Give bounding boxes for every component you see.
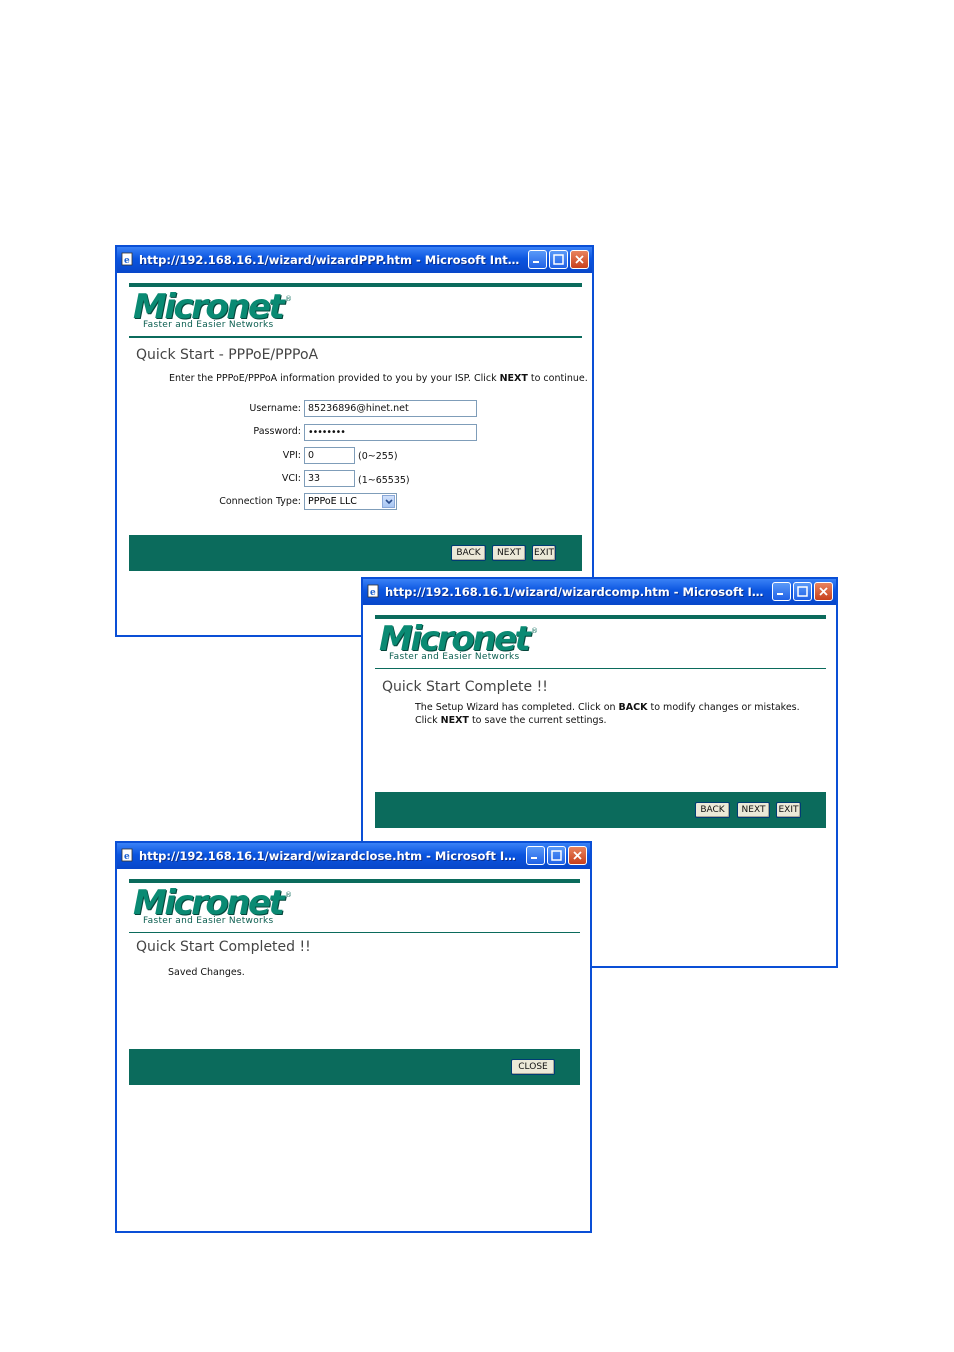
maximize-icon — [553, 254, 564, 265]
minimize-icon — [777, 593, 783, 595]
close-icon — [819, 587, 828, 596]
username-label: Username: — [249, 403, 301, 414]
minimize-button[interactable] — [528, 250, 547, 269]
ie-page-icon: e — [367, 584, 379, 598]
chevron-down-icon — [385, 499, 393, 505]
micronet-logo: Micronet ® Faster and Easier Networks — [379, 619, 539, 667]
instructions: Enter the PPPoE/PPPoA information provid… — [169, 373, 588, 384]
back-button[interactable]: BACK — [451, 545, 486, 561]
maximize-button[interactable] — [793, 582, 812, 601]
button-bar: BACK NEXT EXIT — [129, 535, 582, 571]
connection-type-value: PPPoE LLC — [308, 496, 357, 507]
minimize-icon — [531, 857, 537, 859]
maximize-button[interactable] — [547, 846, 566, 865]
page-title: Quick Start - PPPoE/PPPoA — [136, 347, 319, 363]
window-title: http://192.168.16.1/wizard/wizardPPP.htm… — [139, 253, 520, 267]
window-close: e http://192.168.16.1/wizard/wizardclose… — [115, 841, 592, 1233]
saved-message: Saved Changes. — [168, 967, 245, 978]
ie-page-icon: e — [121, 848, 133, 862]
vpi-input[interactable]: 0 — [304, 447, 355, 464]
svg-text:e: e — [124, 256, 130, 266]
window-title: http://192.168.16.1/wizard/wizardcomp.ht… — [385, 585, 764, 599]
logo-tagline: Faster and Easier Networks — [143, 916, 274, 926]
minimize-button[interactable] — [772, 582, 791, 601]
close-window-button[interactable] — [568, 846, 587, 865]
logo-rule — [129, 932, 580, 933]
vci-range: (1~65535) — [358, 475, 410, 486]
password-label: Password: — [253, 426, 301, 437]
close-icon — [575, 255, 584, 264]
button-bar: CLOSE — [129, 1049, 580, 1085]
password-input[interactable]: •••••••• — [304, 424, 477, 441]
username-input[interactable]: 85236896@hinet.net — [304, 400, 477, 417]
connection-type-select[interactable]: PPPoE LLC — [304, 493, 397, 510]
dropdown-button[interactable] — [382, 495, 395, 508]
exit-button[interactable]: EXIT — [532, 545, 556, 561]
page-title: Quick Start Completed !! — [136, 939, 311, 955]
svg-text:e: e — [370, 588, 376, 598]
completion-message: The Setup Wizard has completed. Click on… — [415, 702, 800, 726]
svg-text:e: e — [124, 852, 130, 862]
logo-tagline: Faster and Easier Networks — [143, 320, 274, 330]
minimize-button[interactable] — [526, 846, 545, 865]
registered-mark: ® — [285, 891, 292, 899]
window-close-content: Micronet ® Faster and Easier Networks Qu… — [129, 869, 580, 1231]
connection-type-label: Connection Type: — [219, 496, 301, 507]
window-pppoe-titlebar[interactable]: e http://192.168.16.1/wizard/wizardPPP.h… — [117, 247, 592, 273]
close-button[interactable]: CLOSE — [511, 1059, 555, 1075]
window-close-titlebar[interactable]: e http://192.168.16.1/wizard/wizardclose… — [117, 843, 590, 869]
window-complete-titlebar[interactable]: e http://192.168.16.1/wizard/wizardcomp.… — [363, 579, 836, 605]
window-title: http://192.168.16.1/wizard/wizardclose.h… — [139, 849, 518, 863]
exit-button[interactable]: EXIT — [776, 802, 801, 818]
button-bar: BACK NEXT EXIT — [375, 792, 826, 828]
minimize-icon — [533, 261, 539, 263]
logo-tagline: Faster and Easier Networks — [389, 652, 520, 662]
next-button[interactable]: NEXT — [492, 545, 526, 561]
micronet-logo: Micronet ® Faster and Easier Networks — [133, 287, 293, 335]
vci-input[interactable]: 33 — [304, 470, 355, 487]
ie-page-icon: e — [121, 252, 133, 266]
back-button[interactable]: BACK — [695, 802, 730, 818]
logo-rule — [375, 668, 826, 669]
maximize-button[interactable] — [549, 250, 568, 269]
next-button[interactable]: NEXT — [737, 802, 770, 818]
close-window-button[interactable] — [814, 582, 833, 601]
registered-mark: ® — [285, 295, 292, 303]
logo-rule — [129, 336, 582, 338]
maximize-icon — [551, 850, 562, 861]
vpi-label: VPI: — [282, 450, 301, 461]
vci-label: VCI: — [281, 473, 301, 484]
maximize-icon — [797, 586, 808, 597]
close-window-button[interactable] — [570, 250, 589, 269]
registered-mark: ® — [531, 627, 538, 635]
close-icon — [573, 851, 582, 860]
page-title: Quick Start Complete !! — [382, 679, 548, 695]
micronet-logo: Micronet ® Faster and Easier Networks — [133, 883, 293, 931]
vpi-range: (0~255) — [358, 451, 398, 462]
